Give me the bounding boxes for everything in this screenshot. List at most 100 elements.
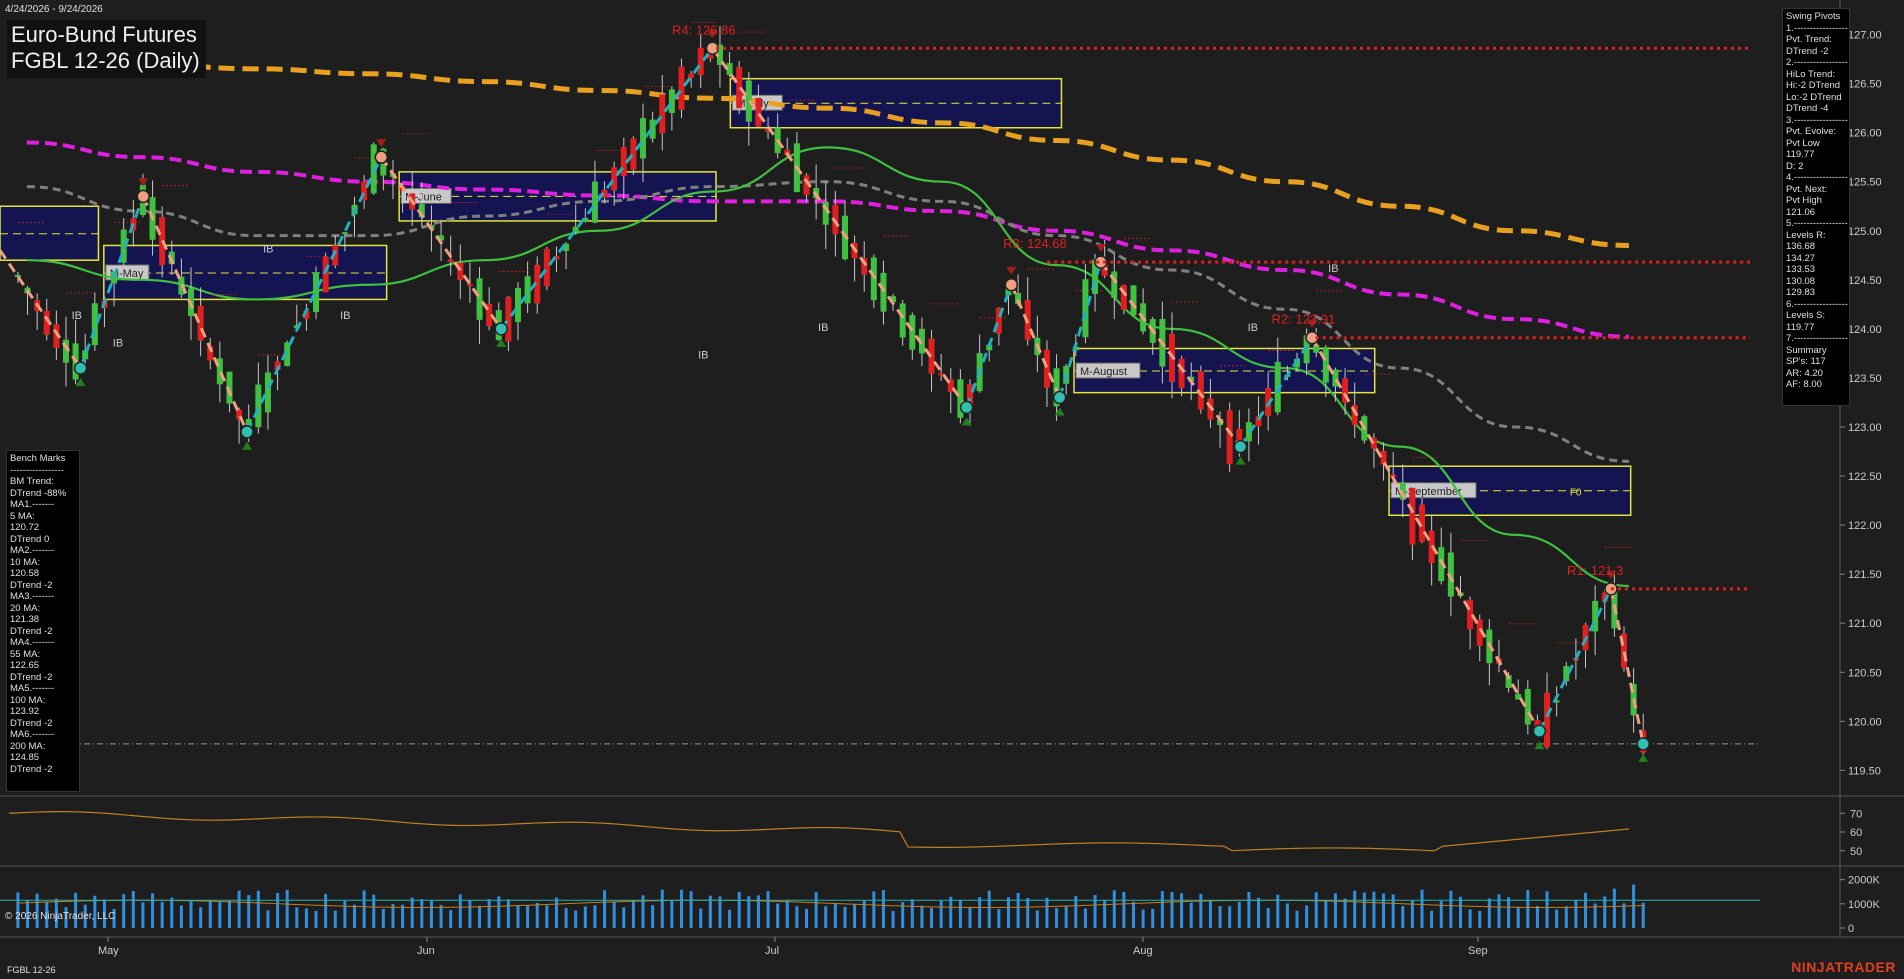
ma-line-100 [26,140,1629,339]
bench-marks-panel: Bench Marks ----------------- BM Trend: DTr… [6,450,80,792]
swing-pivots-line: Lo:-2 DTrend [1786,91,1842,103]
swing-pivots-line: 4.----------------- [1786,172,1848,183]
bench-marks-line: 124.85 [10,752,40,763]
inside-bar-label: IB [1248,322,1258,334]
y-tick-label: 123.00 [1848,422,1882,434]
bench-marks-line: DTrend -88% [10,487,67,499]
bench-marks-line: MA2.------- [10,545,55,556]
bench-marks-line: MA3.------- [10,591,55,602]
volume-average-line [17,899,1644,908]
candle-down [505,296,512,342]
swing-down-leg [141,195,249,433]
swing-pivots-line: 7.----------------- [1786,333,1848,344]
x-tick-label: May [98,945,119,957]
swing-down-leg [0,249,82,369]
swing-high-dot [374,150,389,164]
candle-down [1178,358,1185,389]
y-tick-label: 121.50 [1848,569,1882,581]
volume-tick-label: 1000K [1848,899,1880,911]
swing-low-arrow [1534,741,1545,750]
candle-up [476,278,483,320]
swing-pivots-line: Levels R: [1786,229,1826,241]
swing-pivots-line: 2.----------------- [1786,57,1848,68]
bench-marks-line: MA6.------- [10,729,55,740]
osc-tick-label: 60 [1850,827,1862,839]
instrument-footer: FGBL 12-26 [7,965,56,975]
swing-low-arrow [1638,753,1649,762]
swing-pivots-line: Summary [1786,344,1827,356]
resistance-label: R4: 126.86 [672,22,736,37]
y-tick-label: 127.00 [1848,30,1882,42]
bench-marks-line: 55 MA: [10,648,41,660]
swing-pivots-line: DTrend -4 [1786,103,1829,114]
swing-low-dot [1636,737,1650,751]
candle-down [543,248,550,287]
candle-up [668,89,675,114]
candle-up [640,118,647,159]
date-range: 4/24/2026 - 9/24/2026 [5,4,103,15]
ninjatrader-logo: NINJATRADER [1791,959,1896,975]
x-tick-label: Jun [417,945,435,957]
bench-marks-line: BM Trend: [10,476,54,487]
y-tick-label: 125.50 [1848,177,1882,189]
swing-pivots-line: 136.68 [1786,241,1816,252]
swing-down-leg [1609,588,1645,745]
swing-pivots-line: AF: 8.00 [1786,379,1822,390]
inside-bar-label: IB [698,349,708,361]
y-tick-label: 120.50 [1848,667,1882,679]
candle-down [322,256,329,293]
swing-pivots-line: 6.----------------- [1786,298,1848,310]
candle-down [678,66,685,110]
bench-marks-line: MA5.------- [10,683,55,694]
monthly-box-label: M-August [1080,366,1127,378]
y-tick-label: 119.50 [1848,765,1881,777]
candle-up [264,372,271,413]
bench-marks-line: DTrend -2 [10,625,53,637]
candle-up [514,287,521,323]
chart-title: Euro-Bund Futures [11,22,197,47]
candle-down [197,305,204,341]
bench-marks-line: DTrend -2 [10,763,53,775]
resistance-label: R2: 123.91 [1272,312,1336,327]
swing-low-arrow [1235,456,1246,465]
swing-high-dot [136,189,150,204]
bench-marks-line: MA4.------- [10,637,55,648]
candle-up [313,272,320,313]
osc-tick-label: 50 [1850,846,1862,858]
swing-pivots-line: 119.77 [1786,321,1815,333]
candle-down [938,373,945,376]
candle-up [341,232,348,235]
swing-high-arrow [138,178,149,187]
candle-up [14,274,21,278]
swing-high-arrow [1006,266,1017,275]
candle-down [611,167,618,191]
swing-pivots-line: Pvt. Trend: [1786,34,1832,45]
chart-title-box: Euro-Bund Futures FGBL 12-26 (Daily) [7,20,206,78]
bench-marks-line: 5 MA: [10,510,35,522]
swing-pivots-line: Pvt Low [1786,137,1820,149]
x-tick-label: Sep [1468,945,1488,957]
bench-marks-line: 122.65 [10,660,40,671]
candle-down [466,283,473,286]
swing-pivots-line: Pvt. Evolve: [1786,126,1837,137]
y-tick-label: 121.00 [1848,618,1882,630]
candle-down [1043,349,1050,388]
swing-pivots-line: 1.----------------- [1786,22,1848,34]
inside-bar-label: IB [340,310,350,322]
swing-pivots-line: SP's: 117 [1786,356,1826,367]
swing-pivots-line: DTrend -2 [1786,45,1829,57]
swing-pivots-panel: Swing Pivots 1.----------------- Pvt. Tren… [1782,8,1850,406]
swing-pivots-line: 5.----------------- [1786,218,1848,229]
swing-pivots-line: Pvt. Next: [1786,183,1828,195]
y-tick-label: 126.00 [1848,128,1882,140]
candle-up [909,315,916,350]
swing-high-dot [1004,277,1019,292]
candle-down [659,94,666,134]
bench-marks-line: DTrend -2 [10,671,53,683]
swing-pivots-line: 119.77 [1786,149,1815,160]
swing-pivots-line: Swing Pivots [1786,11,1841,22]
swing-low-dot [959,400,974,415]
box-f0-label: F0 [1570,488,1582,499]
swing-low-dot [73,361,88,375]
chart-subtitle: FGBL 12-26 (Daily) [11,48,200,73]
